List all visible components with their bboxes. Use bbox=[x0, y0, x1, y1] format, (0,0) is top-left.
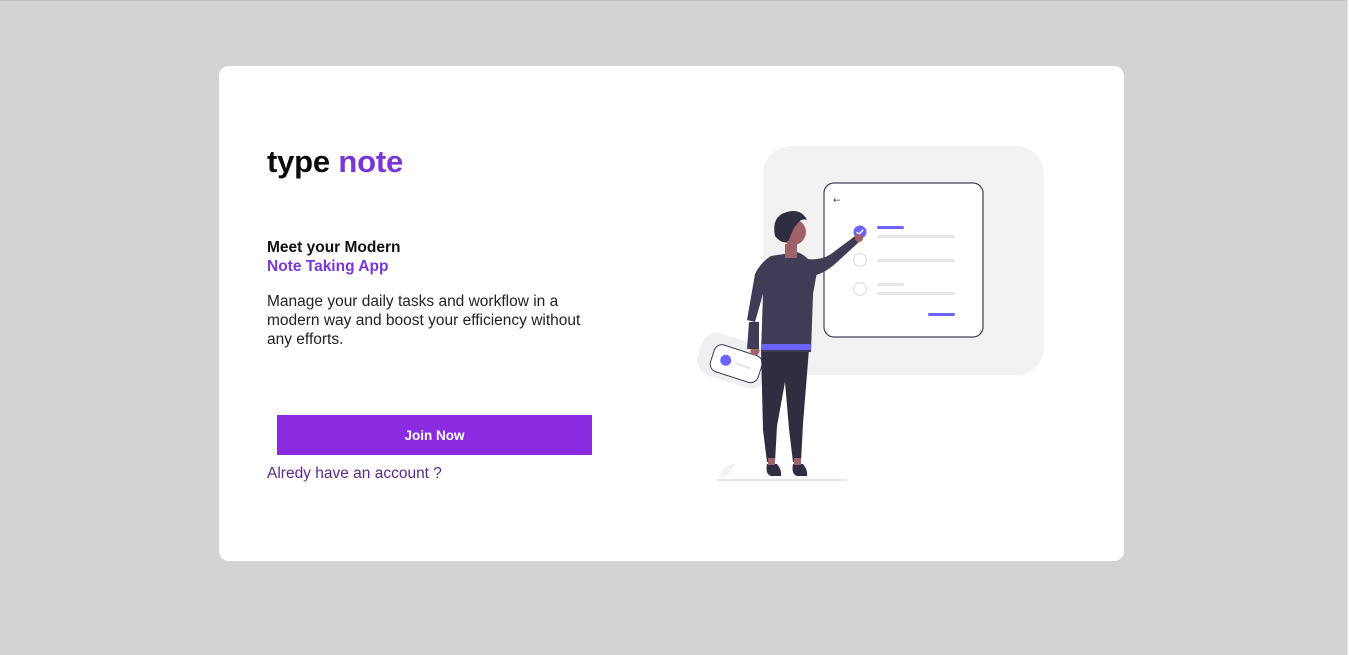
brand-word-note: note bbox=[338, 144, 404, 179]
leaf-icon bbox=[719, 464, 735, 478]
headline-line-2: Note Taking App bbox=[267, 258, 389, 275]
existing-account-link[interactable]: Alredy have an account ? bbox=[267, 465, 442, 483]
unchecked-circle-icon bbox=[852, 252, 868, 268]
unchecked-circle-icon bbox=[852, 281, 868, 297]
back-arrow-icon: ← bbox=[833, 196, 841, 206]
headline-line-1: Meet your Modern bbox=[267, 239, 401, 256]
welcome-card: type note Meet your Modern Note Taking A… bbox=[219, 66, 1124, 561]
hero-description: Manage your daily tasks and workflow in … bbox=[267, 293, 581, 348]
join-now-button[interactable]: Join Now bbox=[277, 415, 592, 455]
brand-logo: type note bbox=[267, 144, 403, 180]
person-checking-tasks-illustration: ← bbox=[697, 146, 1044, 481]
hero-headline: Meet your Modern Note Taking App bbox=[267, 238, 400, 276]
page-top-border bbox=[0, 0, 1349, 1]
brand-word-type: type bbox=[267, 144, 330, 179]
